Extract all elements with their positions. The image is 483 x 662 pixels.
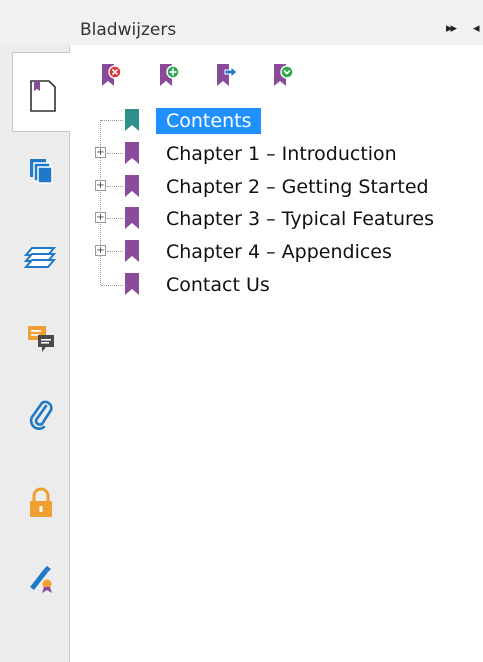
expand-toggle[interactable]: + <box>95 147 106 158</box>
bookmark-icon <box>125 175 139 197</box>
paperclip-icon <box>29 400 53 430</box>
bookmark-icon <box>125 109 139 131</box>
expand-toggle[interactable]: + <box>95 245 106 256</box>
tree-connector <box>107 218 123 219</box>
signature-icon <box>30 566 52 593</box>
panel-menu-button[interactable]: ◂ <box>473 21 480 36</box>
layers-icon <box>24 247 57 268</box>
panel-title: Bladwijzers <box>80 20 177 40</box>
expand-toggle[interactable]: + <box>95 212 106 223</box>
expand-bookmark-icon <box>274 64 294 86</box>
delete-bookmark-icon <box>102 64 122 86</box>
page-icon <box>30 80 56 112</box>
tab-signatures[interactable] <box>14 548 68 608</box>
tab-bookmarks[interactable] <box>12 52 70 132</box>
bookmark-label: Chapter 4 – Appendices <box>166 241 392 263</box>
bookmark-label: Contents <box>156 108 262 134</box>
delete-bookmark-button[interactable] <box>96 61 126 91</box>
panel-header: Bladwijzers ▸▸ ◂ <box>0 0 483 45</box>
move-bookmark-button[interactable] <box>211 61 241 91</box>
tab-layers[interactable] <box>14 227 68 287</box>
bookmark-label: Chapter 2 – Getting Started <box>166 176 429 198</box>
lock-icon <box>30 487 52 517</box>
bookmarks-panel: Bladwijzers ▸▸ ◂ Contents + Chapter 1 – … <box>0 0 483 662</box>
bookmark-icon <box>125 273 139 295</box>
tree-connector <box>107 186 123 187</box>
pages-icon <box>30 159 53 184</box>
bookmark-item-contents[interactable]: Contents <box>70 105 483 135</box>
tab-pages[interactable] <box>14 140 68 200</box>
move-bookmark-icon <box>217 64 238 86</box>
bookmark-label: Chapter 1 – Introduction <box>166 143 397 165</box>
add-bookmark-button[interactable] <box>154 61 184 91</box>
bookmark-item-chapter-3[interactable]: + Chapter 3 – Typical Features <box>70 203 483 233</box>
tree-connector <box>101 285 123 286</box>
tree-connector <box>107 251 123 252</box>
expand-bookmark-button[interactable] <box>268 61 298 91</box>
bookmark-item-chapter-1[interactable]: + Chapter 1 – Introduction <box>70 138 483 168</box>
collapse-panel-button[interactable]: ▸▸ <box>446 21 457 36</box>
bookmark-label: Contact Us <box>166 274 270 296</box>
bookmark-toolbar <box>70 45 483 97</box>
bookmark-label: Chapter 3 – Typical Features <box>166 208 435 230</box>
bookmark-icon <box>125 240 139 262</box>
bookmarks-content: Contents + Chapter 1 – Introduction + Ch… <box>70 45 483 662</box>
bookmark-item-chapter-2[interactable]: + Chapter 2 – Getting Started <box>70 171 483 201</box>
bookmark-icon <box>125 207 139 229</box>
expand-toggle[interactable]: + <box>95 180 106 191</box>
tab-attachments[interactable] <box>14 385 68 445</box>
tree-connector <box>107 153 123 154</box>
tree-connector <box>101 120 123 121</box>
bookmark-item-contact-us[interactable]: Contact Us <box>70 269 483 299</box>
comments-icon <box>28 326 54 352</box>
tab-security[interactable] <box>14 473 68 533</box>
bookmark-icon <box>125 142 139 164</box>
add-bookmark-icon <box>160 64 180 86</box>
bookmark-item-chapter-4[interactable]: + Chapter 4 – Appendices <box>70 236 483 266</box>
tab-comments[interactable] <box>14 307 68 367</box>
